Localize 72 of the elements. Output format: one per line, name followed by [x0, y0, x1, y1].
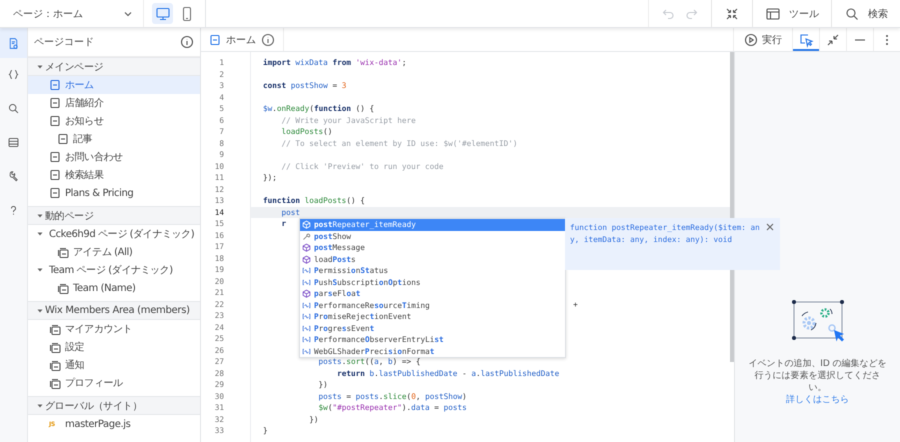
page-item[interactable]: アイテム (All): [28, 243, 200, 261]
stacked-pages-icon: [49, 359, 61, 371]
field-icon: [302, 312, 311, 322]
collapse-arrows-icon: [825, 32, 841, 48]
page-icon: [49, 79, 61, 91]
page-item[interactable]: 設定: [28, 338, 200, 356]
field-icon: [302, 300, 311, 310]
braces-icon: [7, 68, 20, 80]
device-toggle[interactable]: [152, 3, 173, 24]
desktop-icon: [154, 6, 170, 22]
stacked-pages-icon: [49, 341, 61, 353]
info-icon: [180, 35, 194, 49]
stacked-pages-icon: [49, 377, 61, 389]
cube-icon: [302, 254, 311, 264]
page-code-icon: [7, 36, 20, 50]
page-item[interactable]: Team ページ (ダイナミック): [28, 261, 200, 279]
close-icon: [765, 222, 775, 232]
select-element-drawing: [790, 298, 846, 344]
page-icon: [49, 169, 61, 181]
page-item[interactable]: マイアカウント: [28, 320, 200, 338]
field-icon: [302, 324, 311, 333]
page-item[interactable]: Team (Name): [28, 279, 200, 297]
collapse-arrows-icon: [724, 6, 740, 22]
page-icon: [209, 34, 221, 46]
info-icon: [261, 32, 275, 46]
run-button[interactable]: 実行: [733, 28, 792, 51]
layout-icon: [765, 6, 781, 22]
field-icon: [302, 278, 311, 287]
search-icon: [7, 102, 20, 114]
table-icon: [7, 136, 20, 148]
page-item[interactable]: 通知: [28, 356, 200, 374]
page-item[interactable]: ホーム: [28, 76, 200, 94]
page-item[interactable]: Plans & Pricing: [28, 184, 200, 202]
tools-button[interactable]: ツール: [752, 0, 831, 27]
field-icon: [302, 266, 311, 276]
page-icon: [49, 151, 61, 163]
field-icon: [302, 346, 311, 356]
field-icon: [302, 335, 311, 344]
page-icon: [57, 133, 69, 145]
wrench-icon: [7, 170, 20, 182]
search-button[interactable]: 検索: [831, 0, 900, 27]
wrench-icon: [302, 232, 311, 241]
page-icon: [49, 115, 61, 127]
page-icon: [49, 187, 61, 199]
stacked-pages-icon: [57, 246, 69, 258]
sidebar-tab[interactable]: [0, 28, 27, 58]
page-item[interactable]: お問い合わせ: [28, 148, 200, 166]
cube-icon: [302, 220, 311, 230]
page-item[interactable]: 記事: [28, 130, 200, 148]
stacked-pages-icon: [49, 323, 61, 335]
cube-icon: [302, 289, 311, 298]
stacked-pages-icon: [57, 282, 69, 294]
panel-title: ページコード: [34, 36, 94, 49]
minimize-icon: [855, 38, 865, 40]
cube-icon: [302, 243, 311, 252]
page-icon: [49, 97, 61, 109]
page-item[interactable]: 店舗紹介: [28, 94, 200, 112]
page-item[interactable]: お知らせ: [28, 112, 200, 130]
toolbar-button[interactable]: [792, 28, 819, 51]
section-header[interactable]: メインページ: [28, 57, 200, 76]
section-header[interactable]: グローバル（サイト）: [28, 396, 200, 415]
page-selector[interactable]: ページ：ホーム: [0, 0, 144, 27]
search-icon: [844, 6, 860, 22]
page-item[interactable]: プロフィール: [28, 374, 200, 392]
page-item[interactable]: Ccke6h9d ページ (ダイナミック): [28, 225, 200, 243]
select-element-icon: [798, 32, 814, 48]
section-header[interactable]: 動的ページ: [28, 206, 200, 225]
hint-text: イベントの追加、ID の編集などを行うには要素を選択してください。: [748, 358, 888, 394]
play-icon: [744, 32, 758, 46]
section-header[interactable]: Wix Members Area (members): [28, 301, 200, 320]
page-item[interactable]: 検索結果: [28, 166, 200, 184]
learn-more-link[interactable]: 詳しくはこちら: [786, 394, 849, 406]
